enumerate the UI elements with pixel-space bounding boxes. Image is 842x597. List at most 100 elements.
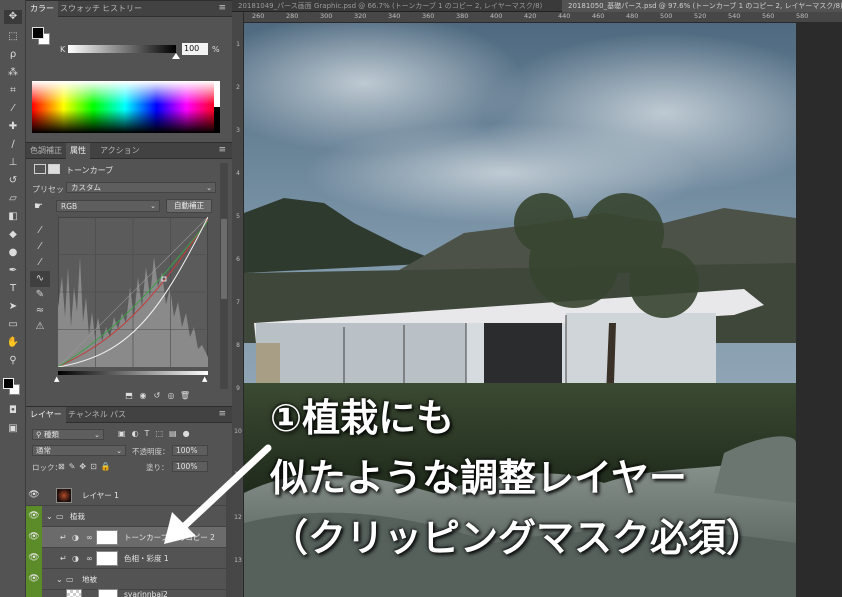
auto-button[interactable]: 自動補正 (166, 199, 212, 213)
smart-filter-icon[interactable]: ▤ (169, 429, 183, 438)
pen-tool-icon[interactable]: ✒ (4, 264, 22, 278)
link-icon[interactable]: ∞ (86, 527, 93, 548)
k-value-input[interactable]: 100 (182, 43, 208, 55)
blend-mode-select[interactable]: 通常 ⌄ (32, 445, 126, 456)
eye-icon[interactable]: 👁 (26, 485, 42, 506)
document-tab-active[interactable]: 20181050_基礎パース.psd @ 97.6% (トーンカーブ 1 のコピ… (562, 0, 842, 12)
properties-panel: 色調補正 属性 アクション ≡ トーンカーブ プリセット： カスタム ⌄ ☛ RG… (26, 142, 232, 406)
healing-tool-icon[interactable]: ✚ (4, 120, 22, 134)
reset-icon[interactable]: ↺ (150, 390, 164, 402)
artboard-icon[interactable]: ⊡ (90, 462, 101, 471)
curve-point-icon[interactable]: ∿ (30, 271, 50, 287)
layer-row[interactable]: syarinnbai2 (26, 589, 226, 597)
layer-name: syarinnbai2 (124, 590, 168, 597)
visibility-icon[interactable]: ◎ (164, 390, 178, 402)
tab-paths[interactable]: パス (106, 407, 130, 423)
layer-filter-select[interactable]: ⚲ 種類 ⌄ (32, 429, 104, 440)
adjust-filter-icon[interactable]: ◐ (132, 429, 145, 438)
blur-tool-icon[interactable]: ◆ (4, 228, 22, 242)
ruler-tick-label: 320 (354, 12, 367, 20)
eraser-tool-icon[interactable]: ▱ (4, 192, 22, 206)
lock-icons: ⊠✎✥⊡🔒 (58, 462, 115, 471)
curves-graph[interactable] (58, 217, 208, 367)
white-point-slider-icon[interactable]: ▲ (202, 375, 207, 383)
panel-menu-icon[interactable]: ≡ (218, 407, 226, 423)
channel-value: RGB (61, 202, 78, 211)
tab-swatches[interactable]: スウォッチ (56, 1, 104, 17)
lock-position-icon[interactable]: ✥ (79, 462, 90, 471)
chevron-down-icon[interactable]: ⌄ (46, 506, 53, 527)
eye-icon[interactable]: 👁 (26, 506, 42, 527)
shape-tool-icon[interactable]: ▭ (4, 318, 22, 332)
tab-properties[interactable]: 属性 (66, 143, 90, 159)
tab-color[interactable]: カラー (26, 1, 58, 17)
magic-wand-tool-icon[interactable]: ⁂ (4, 66, 22, 80)
chevron-down-icon[interactable]: ⌄ (56, 569, 63, 590)
tab-channels[interactable]: チャンネル (64, 407, 112, 423)
panel-menu-icon[interactable]: ≡ (218, 143, 226, 159)
layer-row[interactable]: 👁 ↵ ◑ ∞ 色相・彩度 1 (26, 548, 226, 569)
eye-icon[interactable]: 👁 (26, 569, 42, 590)
eye-icon[interactable]: 👁 (26, 527, 42, 548)
eye-icon[interactable] (26, 590, 42, 597)
lock-transparent-icon[interactable]: ⊠ (58, 462, 69, 471)
k-slider-handle[interactable] (172, 53, 180, 59)
k-channel-slider[interactable] (68, 45, 176, 53)
filter-toggle-icon[interactable]: ● (183, 429, 196, 438)
brush-tool-icon[interactable]: ∕ (4, 138, 22, 152)
on-image-adjust-icon[interactable]: ☛ (34, 201, 43, 212)
hand-tool-icon[interactable]: ✋ (4, 336, 22, 350)
eye-icon[interactable]: 👁 (26, 548, 42, 569)
color-spectrum[interactable] (32, 81, 218, 133)
type-filter-icon[interactable]: T (145, 429, 156, 438)
clipping-warning-icon[interactable]: ⚠ (30, 319, 50, 335)
lasso-tool-icon[interactable]: ρ (4, 48, 22, 62)
black-point-eyedropper-icon[interactable]: ⁄ (30, 223, 50, 239)
ruler-tick-label: 460 (592, 12, 605, 20)
mask-icon[interactable] (48, 164, 60, 174)
crop-tool-icon[interactable]: ⌗ (4, 84, 22, 98)
pixel-filter-icon[interactable]: ▣ (118, 429, 132, 438)
white-point-eyedropper-icon[interactable]: ⁄ (30, 255, 50, 271)
foreground-color-swatch[interactable] (3, 378, 14, 389)
tab-adjustments[interactable]: 色調補正 (26, 143, 66, 159)
preset-select[interactable]: カスタム ⌄ (66, 182, 216, 193)
ruler-tick-label: 2 (236, 84, 240, 91)
stamp-tool-icon[interactable]: ⊥ (4, 156, 22, 170)
tab-history[interactable]: ヒストリー (98, 1, 146, 17)
channel-select[interactable]: RGB ⌄ (56, 200, 160, 212)
screen-mode-icon[interactable]: ▣ (4, 422, 22, 436)
view-previous-icon[interactable]: ◉ (136, 390, 150, 402)
foreground-color-chip[interactable] (32, 27, 44, 39)
ruler-tick-label: 5 (236, 213, 240, 220)
dodge-tool-icon[interactable]: ● (4, 246, 22, 260)
quick-mask-icon[interactable]: ◘ (4, 404, 22, 418)
path-select-tool-icon[interactable]: ➤ (4, 300, 22, 314)
eyedropper-tool-icon[interactable]: ⁄ (4, 102, 22, 116)
trash-icon[interactable]: 🗑 (178, 390, 192, 402)
clip-to-layer-icon[interactable]: ⬒ (122, 390, 136, 402)
curves-adjustment-icon[interactable] (34, 164, 46, 174)
link-icon[interactable]: ∞ (86, 548, 93, 569)
panel-menu-icon[interactable]: ≡ (218, 1, 226, 17)
tab-layers[interactable]: レイヤー (26, 407, 66, 423)
ruler-tick-label: 580 (796, 12, 809, 20)
horizontal-ruler: 260 280 300 320 340 360 380 400 420 440 460 480 500 5… (244, 12, 842, 23)
lock-image-icon[interactable]: ✎ (69, 462, 80, 471)
zoom-tool-icon[interactable]: ⚲ (4, 354, 22, 368)
black-white-ramp[interactable] (214, 81, 220, 133)
tab-actions[interactable]: アクション (96, 143, 144, 159)
type-tool-icon[interactable]: T (4, 282, 22, 296)
move-tool-icon[interactable]: ✥ (4, 10, 22, 24)
lock-all-icon[interactable]: 🔒 (101, 462, 115, 471)
history-brush-tool-icon[interactable]: ↺ (4, 174, 22, 188)
smooth-curve-icon[interactable]: ≈ (30, 303, 50, 319)
black-point-slider-icon[interactable]: ▲ (54, 375, 59, 383)
marquee-tool-icon[interactable]: ⬚ (4, 30, 22, 44)
gradient-tool-icon[interactable]: ◧ (4, 210, 22, 224)
shape-filter-icon[interactable]: ⬚ (155, 429, 169, 438)
document-tab[interactable]: 20181049_パース画面 Graphic.psd @ 66.7% (トーンカ… (232, 0, 562, 12)
properties-scroll-thumb[interactable] (221, 219, 227, 299)
gray-point-eyedropper-icon[interactable]: ⁄ (30, 239, 50, 255)
pencil-icon[interactable]: ✎ (30, 287, 50, 303)
